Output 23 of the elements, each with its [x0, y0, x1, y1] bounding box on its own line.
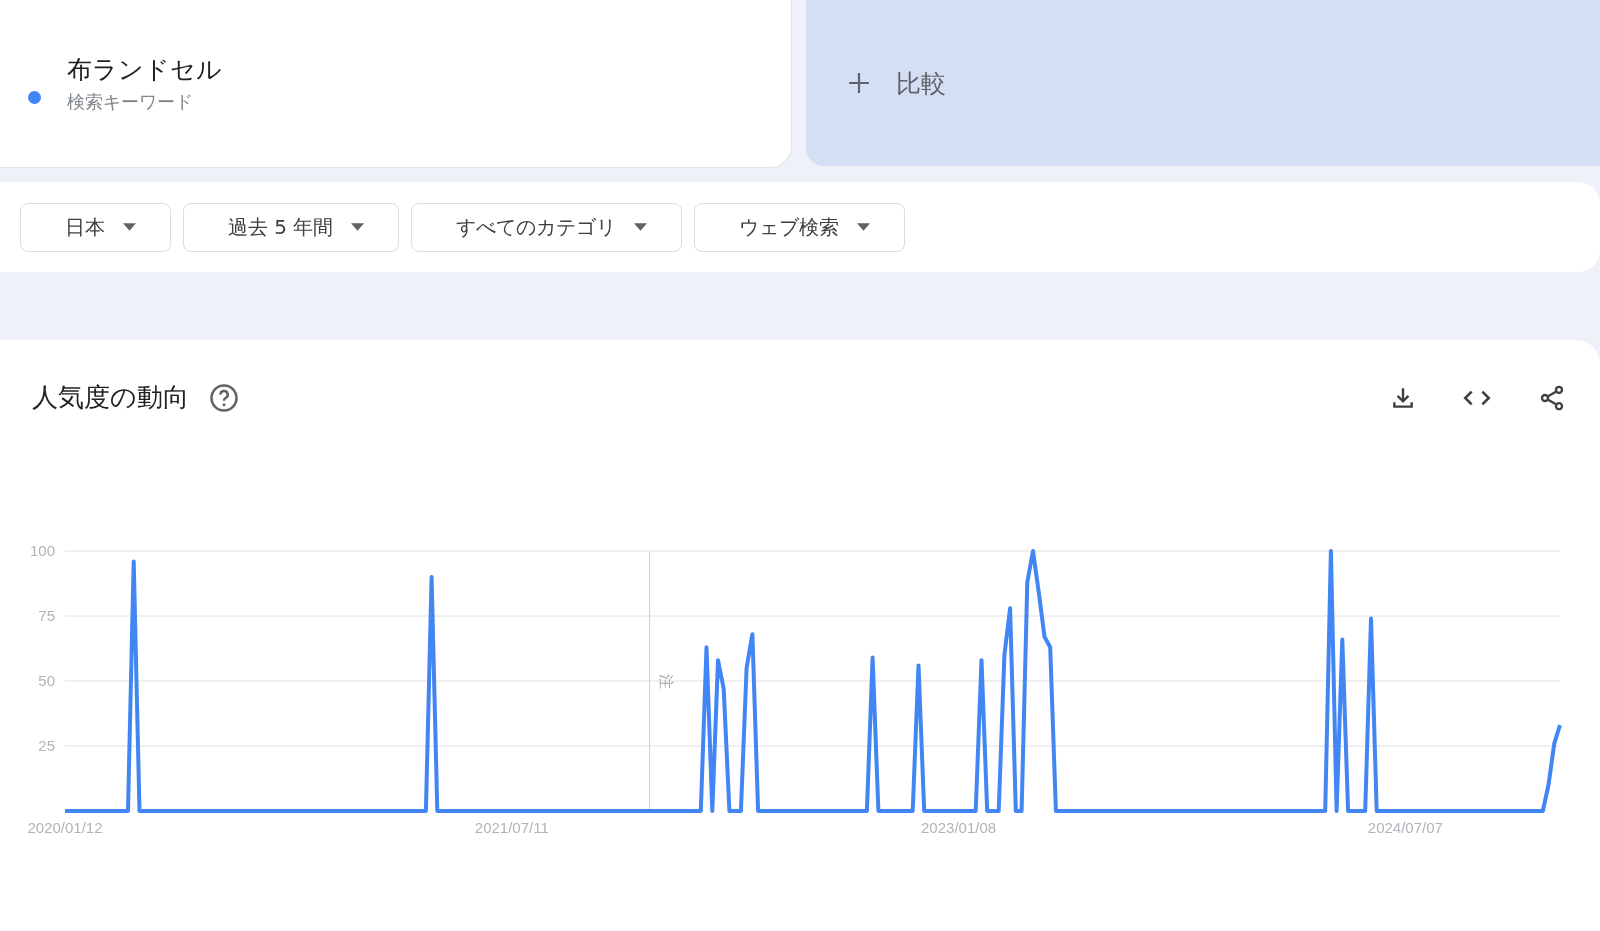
x-axis-label: 2020/01/12: [27, 819, 103, 836]
section-title: 人気度の動向: [32, 381, 189, 414]
x-axis-label: 2024/07/07: [1367, 819, 1443, 836]
filter-dropdown[interactable]: 日本: [20, 202, 171, 252]
x-axis-label: 2023/01/08: [921, 819, 997, 836]
y-axis-label: 25: [38, 737, 55, 754]
filter-dropdown[interactable]: ウェブ検索: [694, 202, 906, 252]
keyword-type: 検索キーワード: [67, 90, 194, 114]
share-icon[interactable]: [1538, 383, 1566, 412]
y-axis-label: 50: [38, 672, 55, 689]
dropdown-caret-icon: [123, 223, 136, 231]
y-axis-label: 100: [29, 542, 55, 559]
y-axis-label: 75: [38, 607, 55, 624]
filter-dropdown[interactable]: すべてのカテゴリ: [411, 202, 683, 252]
help-icon[interactable]: [209, 382, 239, 413]
dropdown-caret-icon: [351, 223, 365, 231]
compare-button[interactable]: 比較: [806, 0, 1600, 166]
filter-dropdown[interactable]: 過去 5 年間: [183, 202, 400, 252]
dropdown-caret-icon: [634, 223, 648, 231]
plus-icon: [848, 72, 870, 94]
keyword-term: 布ランドセル: [67, 54, 222, 86]
x-axis-label: 2021/07/11: [474, 819, 549, 836]
dropdown-caret-icon: [857, 223, 871, 231]
